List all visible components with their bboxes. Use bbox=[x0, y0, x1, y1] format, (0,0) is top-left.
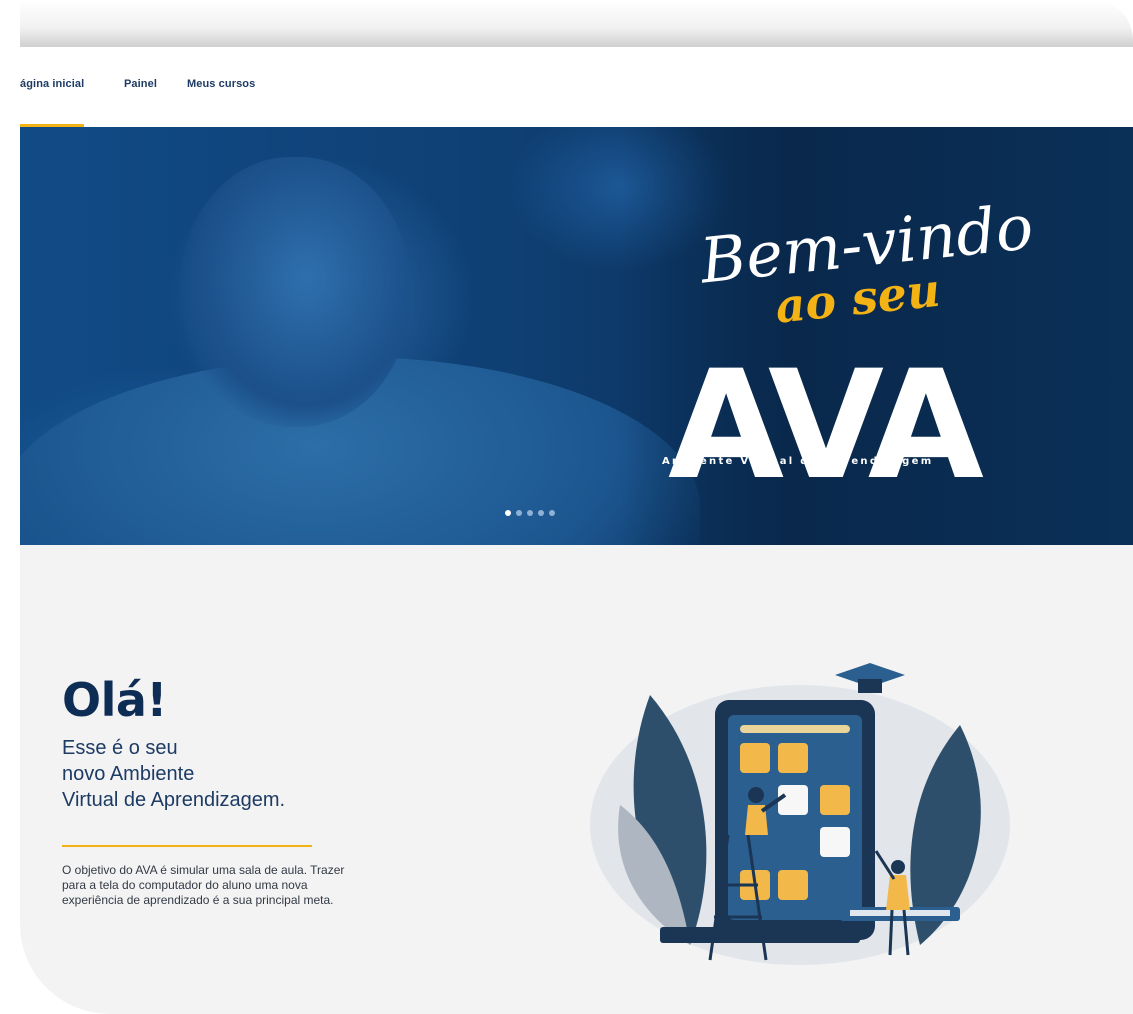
greeting-heading: Olá! bbox=[62, 673, 167, 727]
welcome-description: O objetivo do AVA é simular uma sala de … bbox=[62, 863, 345, 907]
carousel-dot-5[interactable] bbox=[549, 510, 555, 516]
carousel-dot-3[interactable] bbox=[527, 510, 533, 516]
ava-welcome-logo: Bem-vindo ao seu AVA bbox=[668, 190, 1036, 487]
subtitle-line-1: Esse é o seu bbox=[62, 737, 178, 759]
main-navigation: ágina inicial Painel Meus cursos bbox=[20, 47, 1133, 127]
logo-tagline-text: Ambiente Virtual de Aprendizagem bbox=[662, 456, 933, 467]
carousel-dot-2[interactable] bbox=[516, 510, 522, 516]
tablet-learning-illustration bbox=[590, 663, 1010, 965]
subtitle-line-2: novo Ambiente bbox=[62, 763, 195, 785]
nav-item-home[interactable]: ágina inicial bbox=[20, 78, 85, 127]
welcome-section: Olá! Esse é o seu novo Ambiente Virtual … bbox=[20, 545, 1133, 1014]
welcome-subtitle: Esse é o seu novo Ambiente Virtual de Ap… bbox=[62, 735, 382, 813]
top-bar bbox=[20, 0, 1133, 47]
carousel-dot-1[interactable] bbox=[505, 510, 511, 516]
nav-item-dashboard[interactable]: Painel bbox=[124, 78, 157, 90]
accent-divider bbox=[62, 845, 312, 847]
browser-viewport: ágina inicial Painel Meus cursos Bem-vin… bbox=[20, 0, 1133, 1014]
nav-item-my-courses[interactable]: Meus cursos bbox=[187, 78, 255, 90]
hero-banner[interactable]: Bem-vindo ao seu AVA Ambiente Virtual de… bbox=[20, 127, 1133, 545]
subtitle-line-3: Virtual de Aprendizagem. bbox=[62, 789, 286, 811]
carousel-dot-4[interactable] bbox=[538, 510, 544, 516]
logo-tagline: Ambiente Virtual de Aprendizagem bbox=[662, 456, 933, 467]
hero-photo-student-face bbox=[180, 157, 410, 427]
carousel-indicators bbox=[505, 510, 555, 516]
